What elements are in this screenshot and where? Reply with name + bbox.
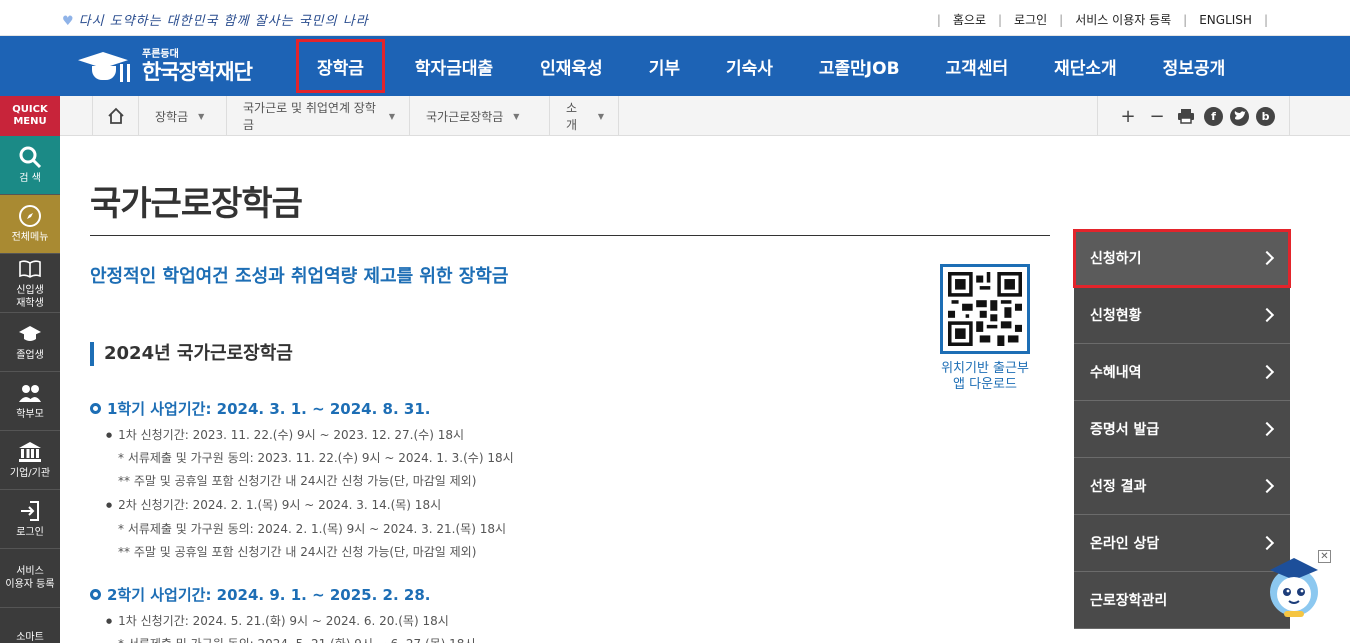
chevron-right-icon: [1259, 364, 1275, 380]
page-title: 국가근로장학금: [90, 184, 303, 224]
divider: |: [1183, 12, 1188, 27]
english-link[interactable]: ENGLISH: [1199, 13, 1252, 27]
side-apply-status[interactable]: 신청현황: [1074, 287, 1290, 344]
side-apply[interactable]: 신청하기: [1073, 229, 1291, 288]
caret-down-icon: ▼: [388, 111, 395, 121]
side-selection-result[interactable]: 선정 결과: [1074, 458, 1290, 515]
breadcrumb-item[interactable]: 소개 ▼: [549, 96, 619, 136]
quick-search[interactable]: 검 색: [0, 136, 60, 195]
gnb-menu: 장학금 학자금대출 인재육성 기부 기숙사 고졸만JOB 고객센터 재단소개 정…: [296, 36, 1225, 96]
qr-code-image: [948, 272, 1022, 346]
logo-icon: [76, 46, 134, 86]
login-icon: [21, 501, 39, 521]
chevron-right-icon: [1259, 250, 1275, 266]
term-1-line: * 서류제출 및 가구원 동의: 2024. 2. 1.(목) 9시 ~ 202…: [118, 522, 507, 536]
gnb-disclosure[interactable]: 정보공개: [1163, 36, 1226, 96]
service-register-link[interactable]: 서비스 이용자 등록: [1075, 11, 1171, 28]
gnb-job[interactable]: 고졸만JOB: [819, 36, 900, 96]
term-1-line: 1차 신청기간: 2023. 11. 22.(수) 9시 ~ 2023. 12.…: [106, 426, 464, 443]
quick-menu-header: QUICK MENU: [0, 96, 60, 136]
breadcrumb-home[interactable]: [92, 96, 138, 136]
login-link[interactable]: 로그인: [1014, 11, 1047, 28]
breadcrumb: 장학금 ▼ 국가근로 및 취업연계 장학금 ▼ 국가근로장학금 ▼ 소개 ▼: [92, 96, 619, 136]
chevron-right-icon: [1259, 307, 1275, 323]
search-icon: [19, 146, 42, 169]
divider: |: [998, 12, 1003, 27]
quick-companies[interactable]: 기업/기관: [0, 431, 60, 490]
graduation-cap-icon: [19, 326, 41, 341]
zoom-in-icon[interactable]: +: [1117, 105, 1139, 127]
slogan: ♥ 다시 도약하는 대한민국 함께 잘사는 국민의 나라: [62, 14, 369, 29]
chatbot-mascot-icon[interactable]: [1266, 556, 1322, 618]
term-2-line: * 서류제출 및 가구원 동의: 2024. 5. 21.(화) 9시 ~ 6.…: [118, 635, 475, 643]
page-tools: + − f b: [1097, 96, 1290, 136]
term-2-line: 1차 신청기간: 2024. 5. 21.(화) 9시 ~ 2024. 6. 2…: [106, 612, 449, 629]
quick-students[interactable]: 신입생 재학생: [0, 254, 60, 313]
qr-caption: 위치기반 출근부 앱 다운로드: [941, 361, 1029, 392]
gnb-scholarship[interactable]: 장학금: [296, 39, 385, 93]
heart-icon: ♥: [62, 14, 75, 29]
top-utility-bar: ♥ 다시 도약하는 대한민국 함께 잘사는 국민의 나라 | 홈으로 | 로그인 …: [0, 0, 1350, 36]
caret-down-icon: ▼: [513, 111, 520, 121]
gnb-about[interactable]: 재단소개: [1054, 36, 1117, 96]
chevron-right-icon: [1259, 535, 1275, 551]
caret-down-icon: ▼: [597, 111, 604, 121]
facebook-icon[interactable]: f: [1204, 106, 1223, 126]
location-bar: 장학금 ▼ 국가근로 및 취업연계 장학금 ▼ 국가근로장학금 ▼ 소개 ▼ + − f…: [60, 96, 1350, 136]
term-1-line: ** 주말 및 공휴일 포함 신청기간 내 24시간 신청 가능(단, 마감일 …: [118, 474, 477, 488]
breadcrumb-item[interactable]: 국가근로 및 취업연계 장학금 ▼: [226, 96, 409, 136]
circle-bullet-icon: [90, 403, 101, 414]
print-icon[interactable]: [1175, 105, 1197, 127]
logo[interactable]: 푸른등대 한국장학재단: [76, 44, 253, 88]
quick-extra[interactable]: 소마트: [0, 608, 60, 643]
global-navigation: 푸른등대 한국장학재단 장학금 학자금대출 인재육성 기부 기숙사 고졸만JOB…: [0, 36, 1350, 96]
side-certificate[interactable]: 증명서 발급: [1074, 401, 1290, 458]
divider: |: [1263, 12, 1268, 27]
side-online-consult[interactable]: 온라인 상담: [1074, 515, 1290, 572]
side-benefits[interactable]: 수혜내역: [1074, 344, 1290, 401]
term-1-title: 1학기 사업기간: 2024. 3. 1. ~ 2024. 8. 31.: [90, 398, 430, 419]
term-2-title: 2학기 사업기간: 2024. 9. 1. ~ 2025. 2. 28.: [90, 584, 430, 605]
term-1-line: * 서류제출 및 가구원 동의: 2023. 11. 22.(수) 9시 ~ 2…: [118, 451, 514, 465]
quick-service-register[interactable]: 서비스 이용자 등록: [0, 549, 60, 608]
home-link[interactable]: 홈으로: [953, 11, 986, 28]
gnb-student-loan[interactable]: 학자금대출: [415, 36, 493, 96]
gnb-donation[interactable]: 기부: [649, 36, 680, 96]
logo-subtitle: 푸른등대: [142, 48, 179, 60]
gnb-dormitory[interactable]: 기숙사: [726, 36, 773, 96]
term-1-line: 2차 신청기간: 2024. 2. 1.(목) 9시 ~ 2024. 3. 14…: [106, 496, 441, 513]
gnb-customer-center[interactable]: 고객센터: [946, 36, 1009, 96]
side-work-management[interactable]: 근로장학관리: [1074, 572, 1290, 629]
circle-bullet-icon: [90, 589, 101, 600]
chevron-right-icon: [1259, 421, 1275, 437]
breadcrumb-item[interactable]: 국가근로장학금 ▼: [409, 96, 549, 136]
quick-all-menu[interactable]: 전체메뉴: [0, 195, 60, 254]
quick-parents[interactable]: 학부모: [0, 372, 60, 431]
term-1-line: ** 주말 및 공휴일 포함 신청기간 내 24시간 신청 가능(단, 마감일 …: [118, 545, 477, 559]
logo-title: 한국장학재단: [142, 59, 253, 84]
home-icon: [107, 107, 124, 124]
gnb-talent[interactable]: 인재육성: [540, 36, 603, 96]
chevron-right-icon: [1259, 478, 1275, 494]
divider: |: [1059, 12, 1064, 27]
qr-code[interactable]: [940, 264, 1030, 354]
lead-text: 안정적인 학업여건 조성과 취업역량 제고를 위한 장학금: [90, 266, 509, 287]
quick-login[interactable]: 로그인: [0, 490, 60, 549]
section-title: 2024년 국가근로장학금: [90, 342, 293, 366]
quick-graduates[interactable]: 졸업생: [0, 313, 60, 372]
people-icon: [19, 385, 41, 402]
book-icon: [19, 259, 41, 278]
caret-down-icon: ▼: [198, 111, 205, 121]
divider: |: [936, 12, 941, 27]
building-icon: [19, 442, 41, 462]
utility-links: | 홈으로 | 로그인 | 서비스 이용자 등록 | ENGLISH |: [925, 11, 1280, 28]
side-menu: 신청하기 신청현황 수혜내역 증명서 발급 선정 결과 온라인 상담 근로장학관…: [1073, 229, 1291, 629]
twitter-icon[interactable]: [1230, 106, 1249, 126]
divider: [90, 235, 1050, 236]
blog-icon[interactable]: b: [1256, 106, 1275, 126]
quick-menu: QUICK MENU 검 색 전체메뉴 신입생 재학생 졸업생 학부모 기업/기…: [0, 96, 60, 643]
compass-icon: [19, 205, 41, 227]
zoom-out-icon[interactable]: −: [1146, 105, 1168, 127]
breadcrumb-item[interactable]: 장학금 ▼: [138, 96, 226, 136]
